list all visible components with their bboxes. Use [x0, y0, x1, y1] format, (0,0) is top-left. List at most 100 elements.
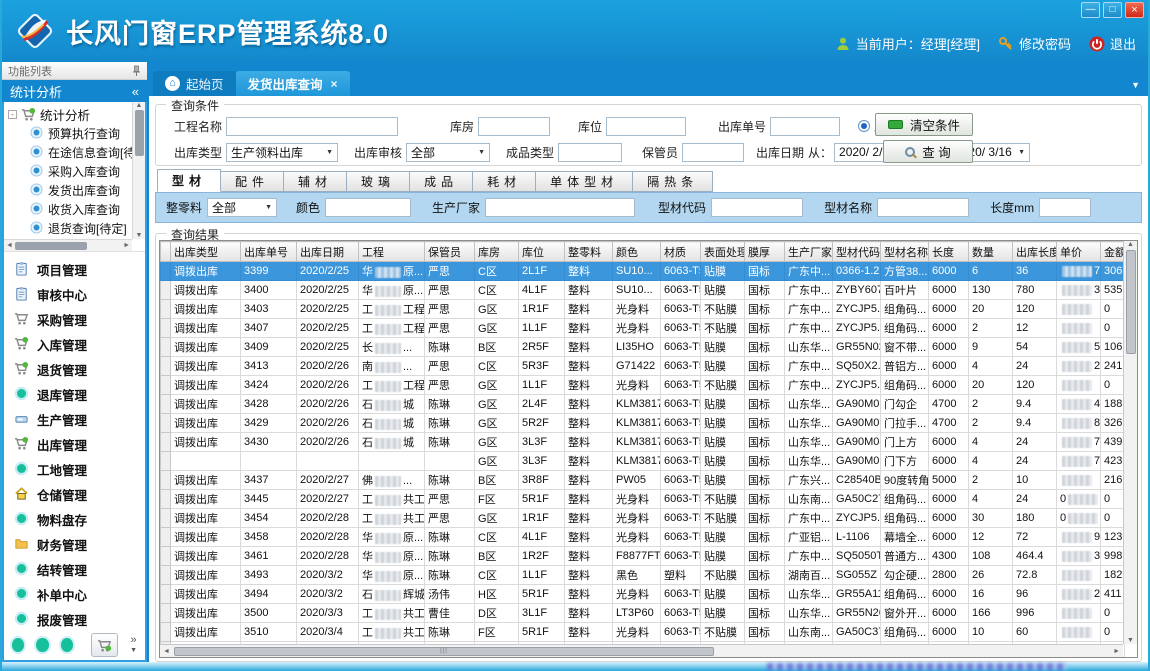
keeper-input[interactable]	[682, 143, 744, 162]
module-dot-icon[interactable]	[12, 638, 24, 652]
audit-select[interactable]: 全部▼	[406, 143, 490, 162]
grid-horizontal-scrollbar[interactable]: ◄ ||| ►	[160, 644, 1123, 657]
material-tab-4[interactable]: 成品	[410, 171, 473, 192]
scroll-left-icon[interactable]: ◄	[163, 648, 170, 655]
tree-item-3[interactable]: 发货出库查询	[8, 181, 129, 200]
column-header[interactable]: 工程	[359, 242, 425, 262]
tab-shipping-outbound-query[interactable]: 发货出库查询 ×	[236, 71, 350, 96]
whole-piece-select[interactable]: 全部▼	[207, 198, 277, 217]
table-row[interactable]: 调拨出库34542020/2/28工共工程严思G区1R1F整料光身料6063-T…	[161, 509, 1125, 528]
module-item-5[interactable]: 退库管理	[4, 382, 145, 407]
scrollbar-thumb[interactable]	[15, 242, 87, 250]
scroll-right-icon[interactable]: ►	[1113, 648, 1120, 655]
warehouse-input[interactable]	[478, 117, 550, 136]
column-header[interactable]: 单价	[1057, 242, 1101, 262]
table-row[interactable]: 调拨出库34072020/2/25工工程严思G区1L1F整料光身料6063-T5…	[161, 319, 1125, 338]
tree-expander-icon[interactable]: -	[8, 110, 17, 119]
table-row[interactable]: 调拨出库34302020/2/26石城陈琳G区3L3F整料KLM38176063…	[161, 433, 1125, 452]
column-header[interactable]: 型材代码	[833, 242, 881, 262]
table-row[interactable]: 调拨出库35102020/3/4工共工程陈琳F区5R1F整料光身料6063-T5…	[161, 623, 1125, 642]
module-item-14[interactable]: 报废管理	[4, 607, 145, 630]
module-item-10[interactable]: 物料盘存	[4, 507, 145, 532]
tree-item-5[interactable]: 退货查询[待定]	[8, 219, 129, 238]
column-header[interactable]: 颜色	[613, 242, 661, 262]
tab-close-icon[interactable]: ×	[331, 77, 338, 91]
grid-vertical-scrollbar[interactable]: ▲ ▼	[1123, 241, 1137, 644]
order-no-input[interactable]	[770, 117, 840, 136]
table-row[interactable]: G区3L3F整料KLM38176063-T5贴膜国标山东华...GA90M09.…	[161, 452, 1125, 471]
close-button[interactable]: ×	[1125, 2, 1144, 18]
module-item-7[interactable]: 出库管理	[4, 432, 145, 457]
product-type-input[interactable]	[558, 143, 622, 162]
scrollbar-thumb[interactable]	[135, 110, 144, 156]
table-row[interactable]: 调拨出库34932020/3/2华原...陈琳C区1L1F整料黑色塑料不贴膜国标…	[161, 566, 1125, 585]
scrollbar-thumb[interactable]	[1126, 250, 1136, 354]
clear-conditions-button[interactable]: 清空条件	[875, 113, 973, 136]
column-header[interactable]: 型材名称	[881, 242, 929, 262]
module-item-1[interactable]: 审核中心	[4, 282, 145, 307]
table-row[interactable]: 调拨出库34582020/2/28华原...陈琳C区4L1F整料光身料6063-…	[161, 528, 1125, 547]
material-tab-0[interactable]: 型材	[157, 169, 221, 192]
column-header[interactable]: 出库日期	[297, 242, 359, 262]
column-header[interactable]: 金额	[1101, 242, 1125, 262]
module-item-9[interactable]: 仓储管理	[4, 482, 145, 507]
scroll-down-icon[interactable]: ▼	[136, 232, 143, 239]
scrollbar-thumb[interactable]: |||	[174, 647, 714, 656]
material-tab-6[interactable]: 单体型材	[536, 171, 633, 192]
column-header[interactable]: 出库类型	[171, 242, 241, 262]
pin-icon[interactable]	[132, 65, 141, 76]
table-row[interactable]: 调拨出库34282020/2/26石城陈琳G区2L4F整料KLM38176063…	[161, 395, 1125, 414]
scroll-left-icon[interactable]: ◄	[6, 242, 13, 249]
sidebar-section-header[interactable]: 统计分析 «	[2, 80, 147, 102]
table-row[interactable]: 调拨出库34452020/2/27工共工程严思F区5R1F整料光身料6063-T…	[161, 490, 1125, 509]
module-item-6[interactable]: 生产管理	[4, 407, 145, 432]
table-row[interactable]: 调拨出库34612020/2/28华原...陈琳B区1R2F整料F8877FT6…	[161, 547, 1125, 566]
module-item-12[interactable]: 结转管理	[4, 557, 145, 582]
tree-item-1[interactable]: 在途信息查询[待	[8, 143, 129, 162]
scroll-up-icon[interactable]: ▲	[1127, 241, 1134, 248]
table-row[interactable]: 调拨出库35002020/3/3工共工程曹佳D区3L1F整料LT3P606063…	[161, 604, 1125, 623]
module-item-13[interactable]: 补单中心	[4, 582, 145, 607]
radio-industrial[interactable]	[858, 120, 870, 132]
column-header[interactable]: 整零料	[565, 242, 613, 262]
module-dot-icon[interactable]	[61, 638, 73, 652]
module-item-3[interactable]: 入库管理	[4, 332, 145, 357]
column-header[interactable]: 材质	[661, 242, 701, 262]
table-row[interactable]: 调拨出库34292020/2/26石城陈琳G区5R2F整料KLM38176063…	[161, 414, 1125, 433]
change-password-button[interactable]: 修改密码	[998, 34, 1071, 53]
profile-name-input[interactable]	[877, 198, 969, 217]
tree-item-4[interactable]: 收货入库查询	[8, 200, 129, 219]
column-header[interactable]: 出库单号	[241, 242, 297, 262]
table-row[interactable]: 调拨出库34032020/2/25工工程严思G区1R1F整料光身料6063-T5…	[161, 300, 1125, 319]
module-item-8[interactable]: 工地管理	[4, 457, 145, 482]
column-header[interactable]: 表面处理	[701, 242, 745, 262]
column-header[interactable]: 长度	[929, 242, 969, 262]
tab-overflow-icon[interactable]: ▼	[1131, 80, 1140, 90]
module-item-11[interactable]: 财务管理	[4, 532, 145, 557]
scroll-up-icon[interactable]: ▲	[136, 102, 143, 109]
minimize-button[interactable]: —	[1081, 2, 1100, 18]
material-tab-1[interactable]: 配件	[221, 171, 284, 192]
column-header[interactable]: 库位	[519, 242, 565, 262]
column-header[interactable]: 膜厚	[745, 242, 785, 262]
table-row[interactable]: 调拨出库34372020/2/27佛...陈琳B区3R8F整料PW056063-…	[161, 471, 1125, 490]
cart-module-button[interactable]	[91, 633, 118, 657]
column-header[interactable]: 保管员	[425, 242, 475, 262]
table-row[interactable]: 调拨出库34092020/2/25长...陈琳B区2R5F整料LI35HO606…	[161, 338, 1125, 357]
search-button[interactable]: 查 询	[883, 140, 973, 163]
color-input[interactable]	[325, 198, 411, 217]
length-input[interactable]	[1039, 198, 1091, 217]
tree-vertical-scrollbar[interactable]: ▲ ▼	[132, 102, 145, 239]
table-row[interactable]: 调拨出库33992020/2/25华原...严思C区2L1F整料SU10...6…	[161, 262, 1125, 281]
material-tab-3[interactable]: 玻璃	[347, 171, 410, 192]
column-header[interactable]: 数量	[969, 242, 1013, 262]
logout-button[interactable]: 退出	[1089, 34, 1136, 53]
table-row[interactable]: 调拨出库34242020/2/26工工程严思G区1L1F整料光身料6063-T5…	[161, 376, 1125, 395]
column-header[interactable]: 生产厂家	[785, 242, 833, 262]
material-tab-5[interactable]: 耗材	[473, 171, 536, 192]
tree-horizontal-scrollbar[interactable]: ◄ ►	[4, 239, 132, 251]
module-item-2[interactable]: 采购管理	[4, 307, 145, 332]
maximize-button[interactable]: □	[1103, 2, 1122, 18]
table-row[interactable]: 调拨出库34942020/3/2石辉城汤伟H区5R1F整料光身料6063-T5贴…	[161, 585, 1125, 604]
maker-input[interactable]	[485, 198, 635, 217]
